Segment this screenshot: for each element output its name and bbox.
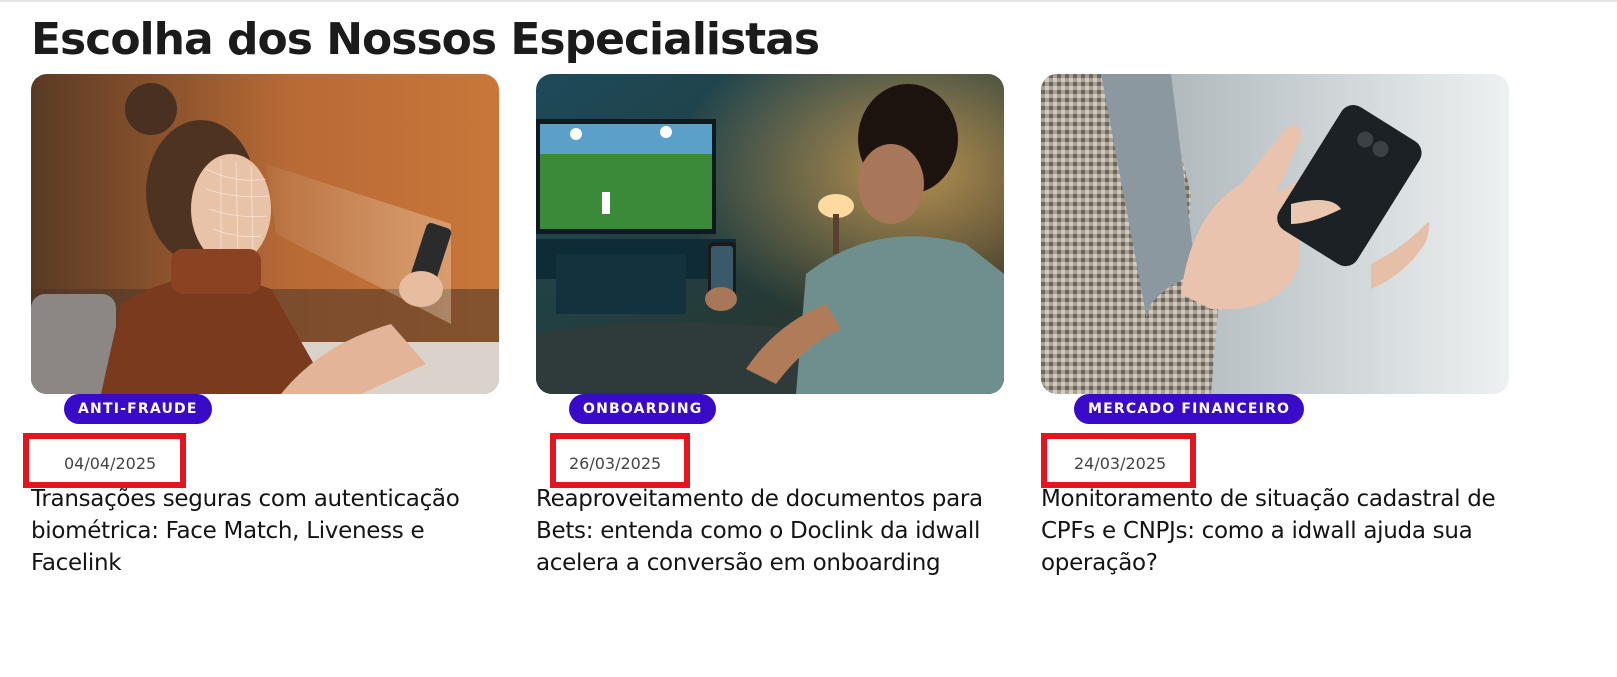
article-card[interactable]: ANTI-FRAUDE 04/04/2025 Transações segura…	[23, 74, 499, 614]
article-image-soccer-tv[interactable]	[536, 74, 1004, 394]
section-title: Escolha dos Nossos Especialistas	[31, 14, 820, 65]
article-title-link[interactable]: Transações seguras com autenticação biom…	[31, 483, 499, 579]
publish-date: 04/04/2025	[64, 454, 157, 473]
article-image-face-scan[interactable]	[31, 74, 499, 394]
article-cards: ANTI-FRAUDE 04/04/2025 Transações segura…	[23, 74, 1511, 634]
top-divider	[0, 0, 1617, 2]
category-badge[interactable]: ONBOARDING	[569, 394, 717, 424]
category-badge[interactable]: ANTI-FRAUDE	[64, 394, 212, 424]
publish-date: 26/03/2025	[569, 454, 662, 473]
article-card[interactable]: MERCADO FINANCEIRO 24/03/2025 Monitorame…	[1041, 74, 1509, 614]
article-title-link[interactable]: Reaproveitamento de documentos para Bets…	[536, 483, 1004, 579]
article-card[interactable]: ONBOARDING 26/03/2025 Reaproveitamento d…	[536, 74, 1004, 614]
article-image-smartphone-hand[interactable]	[1041, 74, 1509, 394]
category-badge[interactable]: MERCADO FINANCEIRO	[1074, 394, 1305, 424]
publish-date: 24/03/2025	[1074, 454, 1167, 473]
article-title-link[interactable]: Monitoramento de situação cadastral de C…	[1041, 483, 1509, 579]
